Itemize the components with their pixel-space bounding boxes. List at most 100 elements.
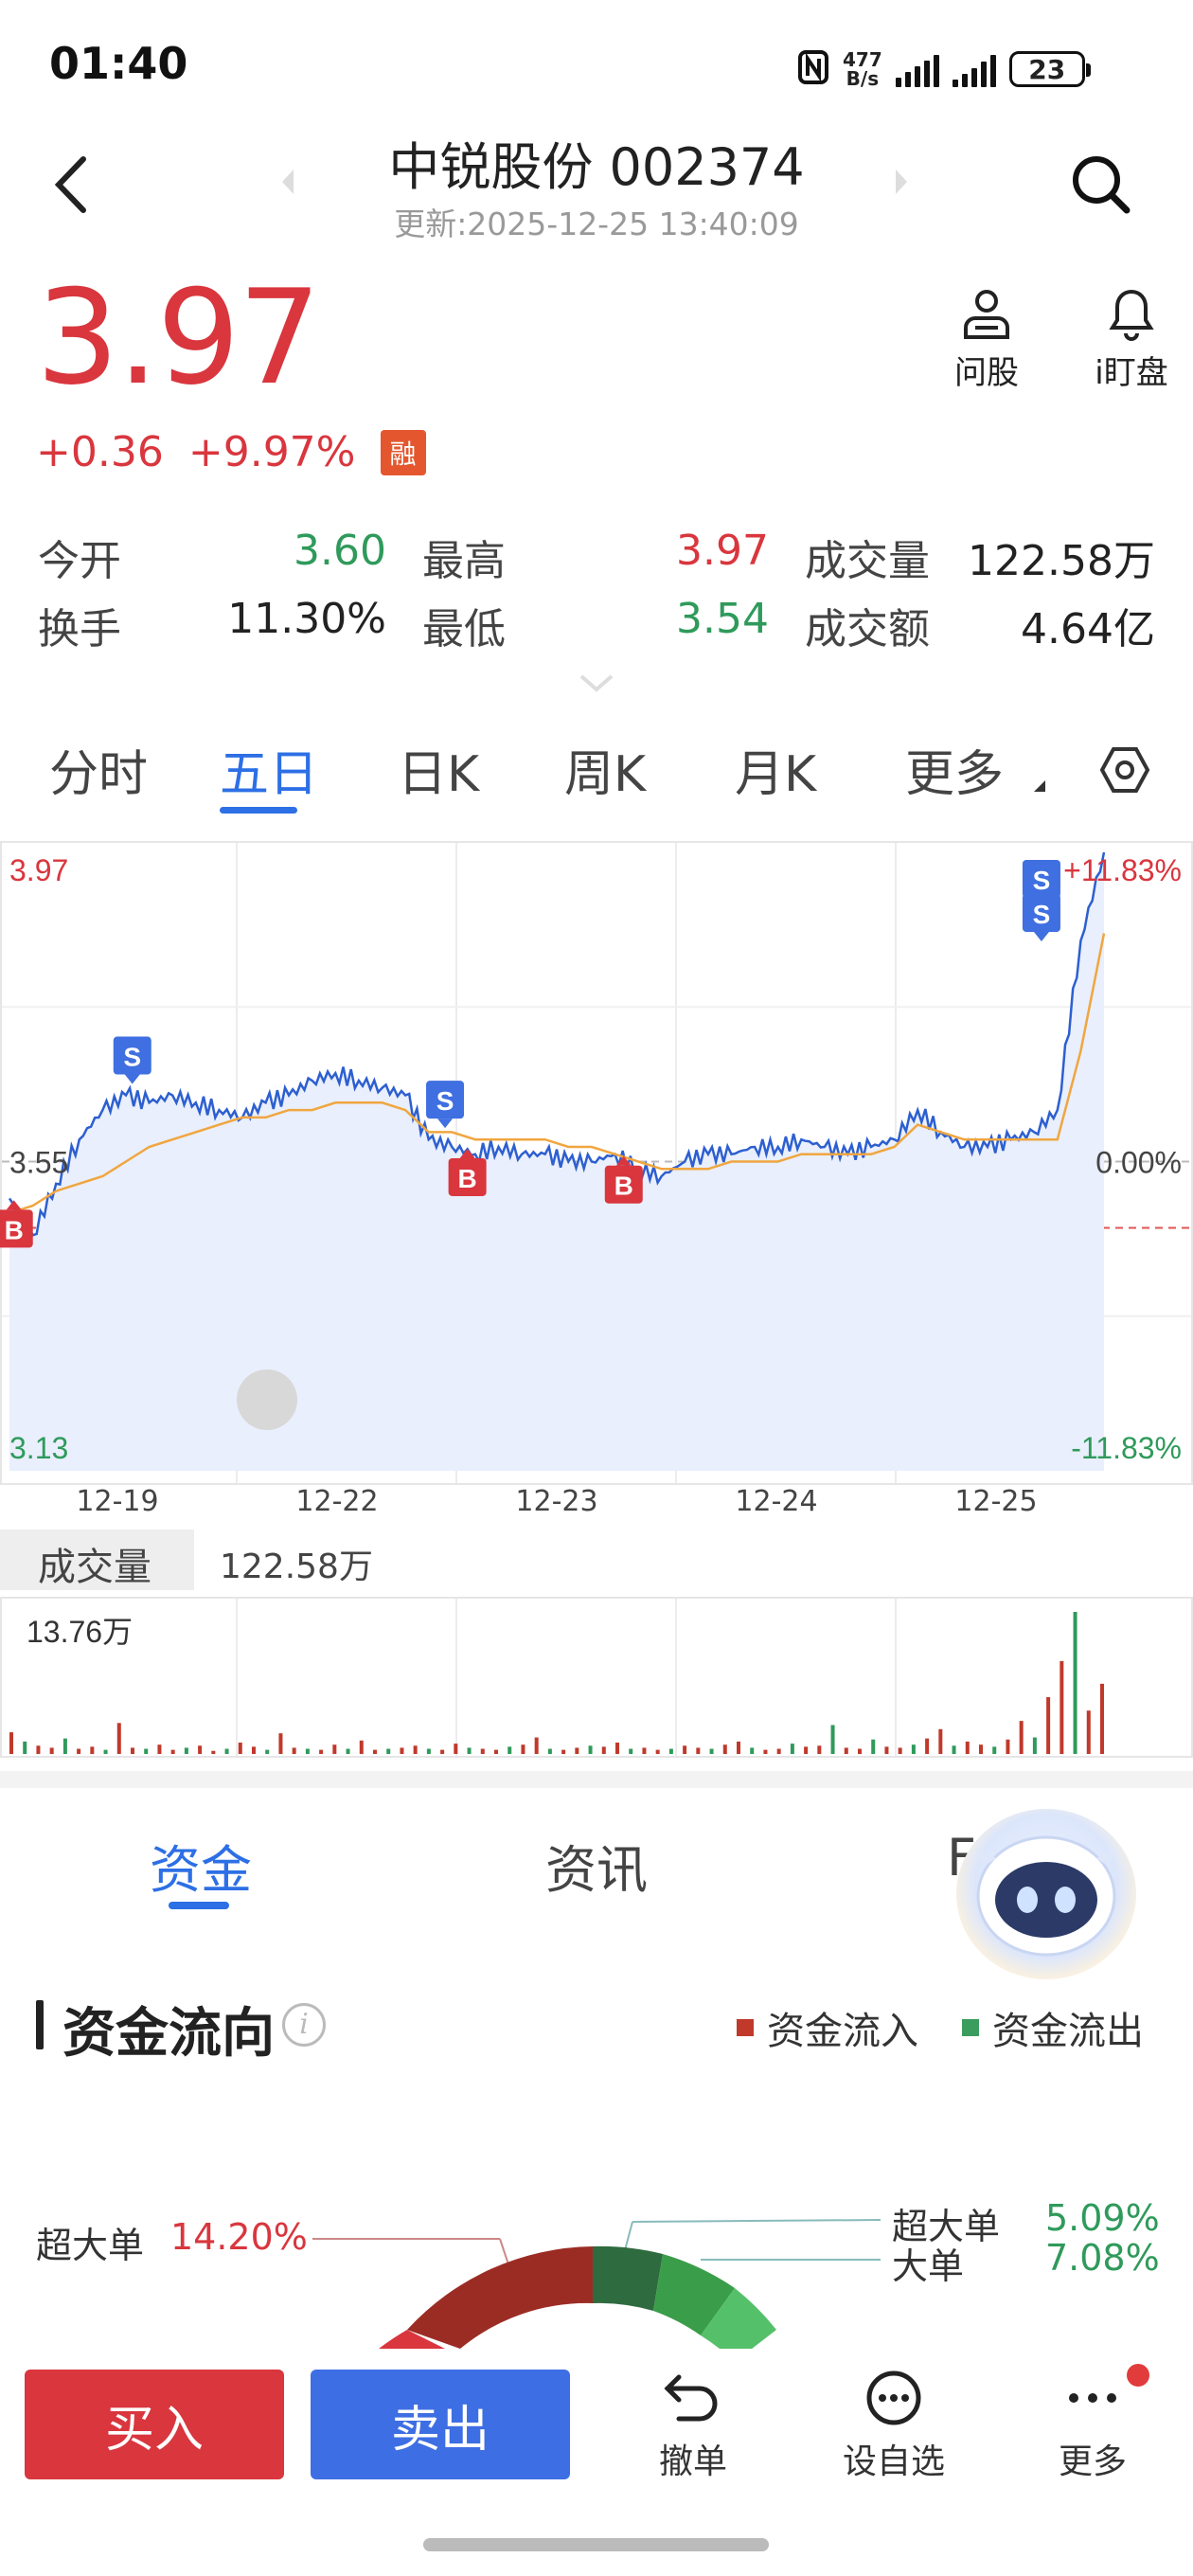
volume-bar — [252, 1746, 256, 1754]
volume-bar — [601, 1746, 606, 1754]
info-icon[interactable]: i — [282, 2003, 326, 2047]
volume-bar — [534, 1737, 539, 1754]
volume-bar — [1073, 1612, 1077, 1754]
volume-bar — [830, 1725, 835, 1754]
volume-bar — [144, 1748, 149, 1754]
volume-bar — [494, 1749, 498, 1754]
ask-label: 问股 — [954, 354, 1019, 392]
volume-bar — [668, 1748, 673, 1754]
tab-fund[interactable]: 资金 — [150, 1828, 252, 1903]
sell-button[interactable]: 卖出 — [311, 2370, 570, 2479]
back-arrow-icon — [54, 156, 86, 213]
volume-bar — [224, 1748, 229, 1754]
day-label: 12-23 — [515, 1485, 598, 1518]
amount-value: 4.64亿 — [1021, 605, 1155, 653]
volume-bar — [507, 1746, 512, 1754]
section-divider — [0, 1771, 1193, 1788]
volume-bar — [1059, 1660, 1064, 1754]
turnover-label: 换手 — [38, 605, 121, 653]
set-watch-label: 设自选 — [842, 2442, 945, 2481]
search-button[interactable] — [1068, 152, 1134, 218]
back-button[interactable] — [45, 152, 102, 218]
expand-chevron-icon[interactable] — [578, 672, 615, 699]
low-value: 3.54 — [676, 595, 769, 643]
active-tab-indicator — [220, 807, 297, 814]
volume-chart-svg: 13.76万 — [0, 1597, 1193, 1758]
assistant-robot-icon[interactable] — [956, 1809, 1136, 1979]
cancel-label: 撤单 — [658, 2442, 727, 2481]
pct-min-label: -11.83% — [1071, 1431, 1182, 1465]
volume-bar — [238, 1743, 242, 1754]
change-percent: +9.97% — [187, 428, 356, 476]
buy-button[interactable]: 买入 — [25, 2370, 284, 2479]
volume-bar — [561, 1749, 566, 1754]
net-speed: 477 B/s — [843, 48, 882, 90]
pct-mid-label: 0.00% — [1095, 1146, 1182, 1180]
svg-text:B: B — [5, 1215, 24, 1244]
volume-bar — [911, 1744, 916, 1754]
tab-day-k[interactable]: 日K — [398, 734, 479, 805]
battery-icon: 23 — [1008, 51, 1091, 87]
cancel-order-button[interactable]: 撤单 — [627, 2368, 759, 2483]
volume-bar — [817, 1745, 822, 1754]
volume-bar — [588, 1745, 593, 1754]
tab-news[interactable]: 资讯 — [545, 1828, 648, 1903]
settings-icon[interactable] — [1098, 743, 1151, 800]
bell-icon — [1109, 289, 1154, 341]
more-dots-icon — [1069, 2393, 1116, 2403]
current-price: 3.97 — [36, 261, 321, 414]
volume-bar — [1032, 1737, 1037, 1754]
volume-bar — [683, 1745, 687, 1754]
y-min-label: 3.13 — [9, 1431, 68, 1465]
volume-bar — [36, 1745, 41, 1754]
ask-stock-button[interactable]: 问股 — [935, 286, 1039, 393]
tab-intraday[interactable]: 分时 — [49, 734, 148, 805]
volume-bar — [629, 1748, 633, 1754]
volume-bar — [844, 1747, 848, 1754]
volume-bar — [965, 1741, 970, 1754]
volume-bar — [898, 1747, 902, 1754]
volume-bar — [547, 1748, 552, 1754]
volume-total: 122.58万 — [220, 1547, 373, 1586]
volume-bar — [871, 1739, 876, 1754]
volume-bar — [170, 1749, 175, 1754]
watch-button[interactable]: i盯盘 — [1079, 286, 1184, 393]
fund-flow-donut — [0, 2159, 1193, 2349]
set-watchlist-button[interactable]: 设自选 — [828, 2368, 960, 2483]
svg-text:S: S — [123, 1043, 141, 1072]
volume-chart[interactable]: 13.76万 — [0, 1597, 1193, 1758]
active-info-tab-indicator — [169, 1902, 229, 1909]
tab-month-k[interactable]: 月K — [735, 734, 816, 805]
day-label: 12-24 — [735, 1485, 818, 1518]
volume-bar — [737, 1741, 740, 1754]
volume-bar — [938, 1728, 943, 1754]
margin-badge: 融 — [380, 429, 426, 475]
tab-five-day[interactable]: 五日 — [220, 734, 318, 805]
volume-frame — [0, 1597, 1193, 1758]
low-label: 最低 — [422, 605, 506, 653]
volume-bar — [373, 1749, 377, 1754]
volume-bar — [952, 1745, 956, 1754]
five-day-chart[interactable]: 3.97 3.55 3.13 +11.83% 0.00% -11.83% S S B B B S S — [0, 841, 1193, 1485]
volume-bar — [655, 1749, 660, 1754]
svg-text:B: B — [458, 1164, 477, 1193]
next-stock-icon[interactable] — [892, 166, 913, 202]
day-label: 12-19 — [76, 1485, 159, 1518]
more-label: 更多 — [1058, 2442, 1127, 2481]
volume-bar — [62, 1738, 67, 1754]
tab-more[interactable]: 更多 — [905, 734, 1004, 805]
volume-bar — [386, 1748, 391, 1754]
volume-bar — [521, 1744, 525, 1754]
volume-bar — [292, 1747, 296, 1754]
tab-week-k[interactable]: 周K — [564, 734, 646, 805]
outflow-swatch — [962, 2019, 979, 2036]
volume-bar — [90, 1746, 95, 1754]
svg-text:B: B — [614, 1172, 633, 1201]
volume-bar — [346, 1748, 350, 1754]
volume-bar — [709, 1748, 714, 1754]
volume-bar — [131, 1747, 134, 1754]
status-time: 01:40 — [49, 38, 188, 89]
volume-bar — [1046, 1697, 1051, 1754]
volume-bar — [49, 1747, 54, 1754]
home-indicator[interactable] — [423, 2538, 769, 2551]
